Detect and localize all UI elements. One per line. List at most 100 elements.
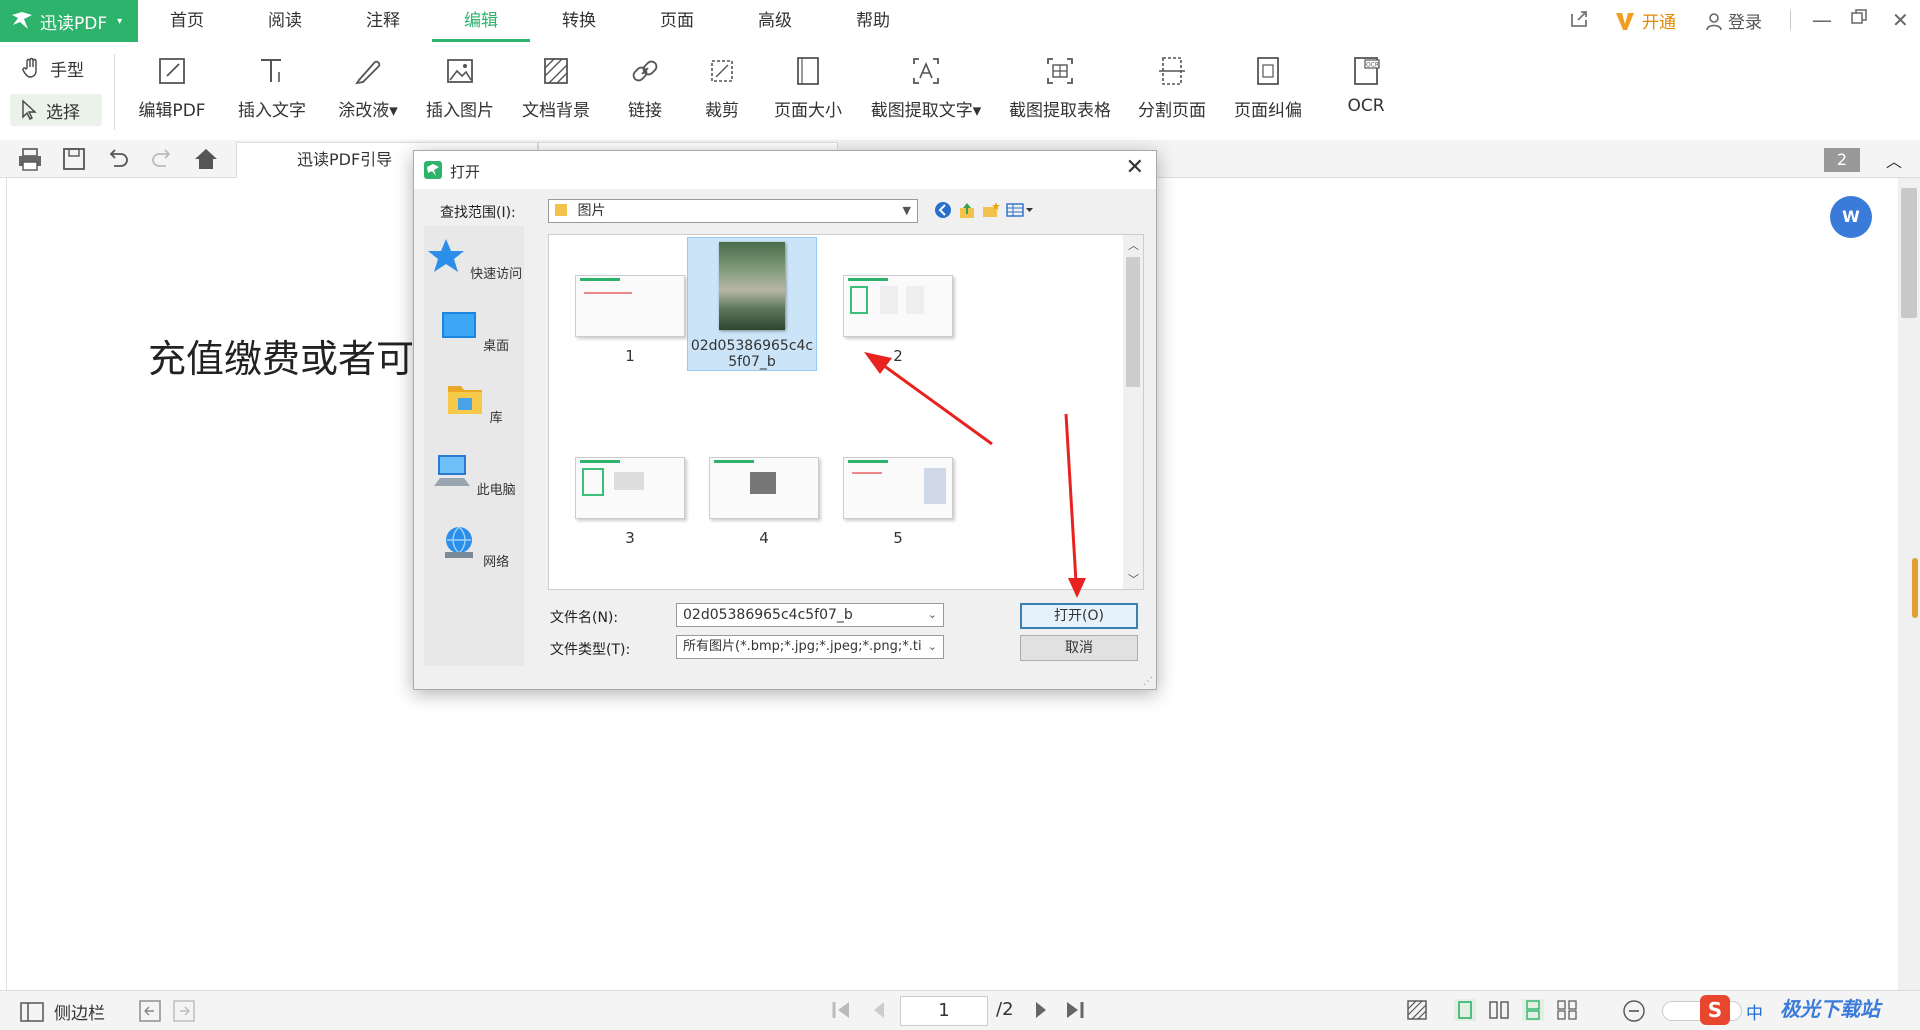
back-icon[interactable]	[934, 201, 952, 219]
minimize-icon[interactable]: —	[1812, 8, 1832, 32]
screenshot-text-icon	[913, 58, 939, 84]
insert-image-button[interactable]: 插入图片	[420, 54, 500, 134]
page-number-input[interactable]: 1	[900, 996, 988, 1026]
screenshot-table-button[interactable]: 截图提取表格	[1004, 54, 1116, 134]
file-item[interactable]: 5	[833, 457, 963, 547]
tab-annotate[interactable]: 注释	[334, 0, 432, 42]
scroll-down-icon[interactable]: ﹀	[1128, 571, 1139, 587]
close-icon[interactable]: ✕	[1892, 8, 1909, 32]
save-icon[interactable]	[60, 146, 88, 172]
last-page-icon[interactable]	[1064, 999, 1086, 1021]
new-folder-icon[interactable]	[982, 201, 1000, 219]
file-list-scrollbar[interactable]: ︿ ﹀	[1123, 235, 1143, 589]
resize-grip-icon[interactable]: ⋰	[1143, 676, 1153, 687]
chevron-down-icon: ▾	[117, 15, 123, 27]
edit-pdf-button[interactable]: 编辑PDF	[134, 54, 210, 134]
filetype-value: 所有图片(*.bmp;*.jpg;*.jpeg;*.png;*.ti	[683, 639, 922, 654]
undo-icon[interactable]	[104, 146, 132, 172]
doc-background-button[interactable]: 文档背景	[516, 54, 596, 134]
collapse-left-icon[interactable]	[138, 999, 162, 1023]
dialog-titlebar[interactable]: 打开 ✕	[414, 151, 1156, 189]
select-tool-button[interactable]: 选择	[10, 94, 102, 126]
deskew-page-button[interactable]: 页面纠偏	[1230, 54, 1306, 134]
crop-button[interactable]: 裁剪	[700, 54, 744, 134]
sidebar-toggle[interactable]: 侧边栏	[20, 999, 105, 1024]
scroll-up-icon[interactable]: ︿	[1128, 237, 1139, 253]
hand-tool-button[interactable]: 手型	[10, 52, 102, 84]
place-network[interactable]: 网络	[424, 524, 524, 570]
dialog-close-icon[interactable]: ✕	[1126, 155, 1144, 180]
next-page-icon[interactable]	[1030, 999, 1052, 1021]
cursor-icon	[22, 99, 37, 120]
tab-edit[interactable]: 编辑	[432, 0, 530, 42]
correction-fluid-label: 涂改液▾	[338, 101, 398, 121]
filetype-dropdown[interactable]: 所有图片(*.bmp;*.jpg;*.jpeg;*.png;*.ti ⌄	[676, 635, 944, 659]
chevron-up-icon[interactable]: ︿	[1886, 148, 1902, 172]
ime-mode[interactable]: 中	[1746, 999, 1763, 1024]
app-brand-menu[interactable]: 迅读PDF ▾	[0, 0, 138, 42]
prev-page-icon[interactable]	[868, 999, 890, 1021]
expand-right-icon[interactable]	[172, 999, 196, 1023]
file-item[interactable]: 1	[565, 275, 695, 365]
cancel-button[interactable]: 取消	[1020, 635, 1138, 661]
chevron-down-icon: ⌄	[925, 636, 937, 658]
place-this-pc[interactable]: 此电脑	[424, 452, 524, 498]
place-label: 网络	[483, 555, 510, 570]
redo-icon[interactable]	[148, 146, 176, 172]
lookin-label: 查找范围(I):	[440, 205, 516, 221]
place-quick-access[interactable]: 快速访问	[424, 236, 524, 282]
two-page-continuous-icon[interactable]	[1556, 999, 1578, 1021]
background-mode-icon[interactable]	[1406, 999, 1428, 1021]
tab-read[interactable]: 阅读	[236, 0, 334, 42]
tab-home[interactable]: 首页	[138, 0, 236, 42]
library-icon	[448, 386, 483, 414]
file-thumbnail	[843, 457, 953, 519]
page-size-button[interactable]: 页面大小	[770, 54, 846, 134]
single-page-view-icon[interactable]	[1454, 999, 1476, 1021]
insert-text-button[interactable]: 插入文字	[232, 54, 312, 134]
two-page-view-icon[interactable]	[1488, 999, 1510, 1021]
pdf-to-word-icon[interactable]: W	[1830, 196, 1872, 238]
ocr-icon: OCR	[1354, 57, 1380, 85]
sidebar-icon	[20, 1001, 44, 1022]
ocr-button[interactable]: OCR OCR	[1340, 54, 1392, 134]
filetype-label: 文件类型(T):	[550, 642, 631, 658]
file-item-selected[interactable]: 02d05386965c4c5f07_b	[687, 237, 817, 371]
screenshot-ocr-text-button[interactable]: 截图提取文字▾	[866, 54, 986, 134]
filename-input[interactable]: 02d05386965c4c5f07_b ⌄	[676, 603, 944, 627]
network-icon	[444, 526, 473, 558]
vip-button[interactable]: 开通	[1614, 8, 1676, 33]
view-menu-icon[interactable]	[1006, 201, 1034, 219]
open-button[interactable]: 打开(O)	[1020, 603, 1138, 629]
link-button[interactable]: 链接	[620, 54, 670, 134]
login-button[interactable]: 登录	[1704, 8, 1762, 33]
place-desktop[interactable]: 桌面	[424, 308, 524, 354]
zoom-out-icon[interactable]	[1622, 999, 1646, 1023]
scrollbar-thumb[interactable]	[1901, 188, 1917, 318]
tab-page[interactable]: 页面	[628, 0, 726, 42]
computer-icon	[434, 455, 471, 486]
input-method-logo[interactable]: S	[1700, 995, 1730, 1025]
share-icon[interactable]	[1568, 8, 1590, 30]
up-folder-icon[interactable]	[958, 201, 976, 219]
place-library[interactable]: 库	[424, 380, 524, 426]
lookin-dropdown[interactable]: 图片 ▼	[548, 199, 918, 223]
split-page-button[interactable]: 分割页面	[1134, 54, 1210, 134]
first-page-icon[interactable]	[830, 999, 852, 1021]
correction-fluid-button[interactable]: 涂改液▾	[330, 54, 406, 134]
open-file-dialog: 打开 ✕ 查找范围(I): 图片 ▼ 快速访问 桌面 库 此电脑 网络 1 02…	[413, 150, 1157, 690]
side-handle[interactable]	[1912, 558, 1918, 618]
continuous-view-icon[interactable]	[1522, 999, 1544, 1021]
file-item[interactable]: 3	[565, 457, 695, 547]
tab-advanced[interactable]: 高级	[726, 0, 824, 42]
file-item[interactable]: 2	[833, 275, 963, 365]
tab-help[interactable]: 帮助	[824, 0, 922, 42]
tab-convert[interactable]: 转换	[530, 0, 628, 42]
file-item[interactable]: 4	[699, 457, 829, 547]
sidebar-label: 侧边栏	[54, 1004, 105, 1024]
restore-icon[interactable]	[1850, 8, 1868, 26]
print-icon[interactable]	[16, 146, 44, 172]
home-icon[interactable]	[192, 146, 220, 172]
chevron-down-icon: ⌄	[927, 608, 937, 621]
scrollbar-thumb[interactable]	[1126, 257, 1140, 387]
